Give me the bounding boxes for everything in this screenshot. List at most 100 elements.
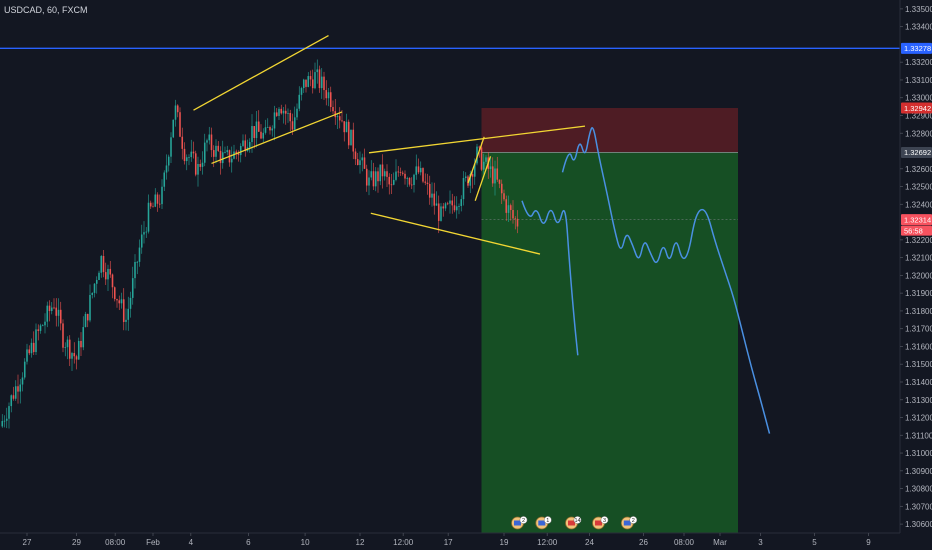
time-tick-label: Mar — [713, 538, 727, 547]
time-tick-label: 27 — [23, 538, 32, 547]
price-tick-label: 1.32600 — [905, 165, 932, 174]
candle-body — [408, 177, 411, 185]
candle-body — [75, 356, 78, 360]
candle-body — [422, 168, 424, 182]
candle-body — [95, 280, 98, 284]
candle-body — [485, 157, 487, 162]
candle-body — [224, 152, 226, 153]
time-tick-label: 24 — [585, 538, 594, 547]
candle-body — [271, 128, 274, 131]
candle-body — [147, 202, 150, 232]
candle-body — [496, 168, 499, 180]
candle-body — [98, 272, 100, 281]
candle-body — [32, 342, 35, 353]
time-tick-label: Feb — [146, 538, 160, 547]
candle-body — [347, 121, 350, 146]
candle-body — [424, 181, 427, 183]
candle-body — [383, 171, 386, 177]
candle-body — [314, 72, 316, 89]
candle-body — [417, 166, 420, 173]
price-tick-label: 1.32400 — [905, 200, 932, 209]
candle-body — [329, 92, 332, 108]
candle-body — [381, 164, 384, 177]
candle-body — [55, 307, 58, 316]
candle-body — [453, 205, 456, 211]
candle-body — [10, 395, 13, 407]
candle-body — [230, 158, 233, 163]
candle-body — [431, 193, 433, 198]
candle-body — [118, 300, 121, 304]
candle-body — [5, 418, 8, 421]
candle-body — [102, 255, 105, 273]
candle-body — [185, 157, 188, 162]
candlestick-chart[interactable]: 2 1 14 3 2 1.33500 1.33400 1.33200 1.33100 1.330… — [0, 0, 932, 550]
event-count: 1 — [546, 518, 549, 524]
price-tick-label: 1.33000 — [905, 94, 932, 103]
candle-body — [80, 340, 82, 348]
candle-body — [494, 168, 496, 184]
candle-body — [289, 113, 292, 122]
time-tick-label: 12:00 — [537, 538, 558, 547]
price-label: 1.32314 — [904, 215, 931, 224]
price-tick-label: 1.32500 — [905, 183, 932, 192]
candle-body — [125, 319, 127, 322]
candle-body — [269, 127, 271, 131]
time-tick-label: 19 — [500, 538, 509, 547]
candle-body — [197, 164, 199, 175]
candle-body — [426, 182, 429, 184]
candle-body — [309, 76, 312, 80]
candle-body — [116, 299, 118, 301]
price-label: 1.32942 — [904, 104, 931, 113]
event-count: 2 — [522, 518, 525, 524]
position-zones[interactable] — [481, 108, 739, 534]
candle-body — [14, 386, 17, 399]
candle-body — [203, 142, 206, 163]
candle-body — [174, 105, 177, 120]
candle-body — [458, 206, 460, 207]
candle-body — [251, 126, 253, 143]
candle-body — [206, 140, 208, 143]
event-count: 3 — [603, 518, 606, 524]
candle-body — [91, 292, 94, 295]
candle-body — [170, 137, 172, 157]
candle-body — [201, 162, 204, 167]
candle-body — [165, 165, 168, 173]
candle-body — [152, 206, 154, 208]
candle-body — [46, 305, 49, 322]
candle-body — [415, 166, 418, 175]
candle-body — [226, 150, 229, 153]
candle-body — [336, 116, 339, 118]
price-tick-label: 1.30900 — [905, 467, 932, 476]
candle-body — [449, 200, 451, 204]
time-tick-label: 5 — [812, 538, 817, 547]
candle-body — [368, 177, 370, 186]
price-axis[interactable]: 1.33500 1.33400 1.33200 1.33100 1.330001.329… — [899, 0, 932, 550]
candle-body — [361, 157, 364, 161]
candle-body — [12, 395, 15, 399]
candle-body — [212, 150, 215, 157]
candle-body — [444, 203, 447, 209]
candle-body — [41, 325, 44, 327]
price-tick-label: 1.33500 — [905, 5, 932, 14]
candle-body — [149, 202, 152, 207]
candle-body — [442, 206, 445, 209]
candle-body — [71, 353, 73, 359]
candle-body — [341, 120, 343, 122]
price-tick-label: 1.31200 — [905, 414, 932, 423]
event-count: 2 — [632, 518, 635, 524]
candle-body — [428, 183, 431, 198]
time-tick-label: 9 — [866, 538, 871, 547]
candle-body — [68, 339, 71, 359]
candle-body — [320, 76, 323, 89]
candle-body — [221, 152, 224, 164]
candle-body — [507, 205, 510, 213]
candle-body — [260, 131, 262, 139]
candle-body — [219, 150, 222, 164]
candle-body — [143, 232, 145, 235]
candle-body — [266, 127, 269, 128]
time-tick-label: 10 — [301, 538, 310, 547]
time-axis[interactable]: 27 29 08:00 Feb 4 6 10 12 12:00 17 19 12:00 24 26 08:0… — [0, 532, 932, 550]
candle-body — [390, 184, 393, 186]
candle-body — [163, 172, 166, 187]
stop-zone[interactable] — [481, 108, 739, 153]
